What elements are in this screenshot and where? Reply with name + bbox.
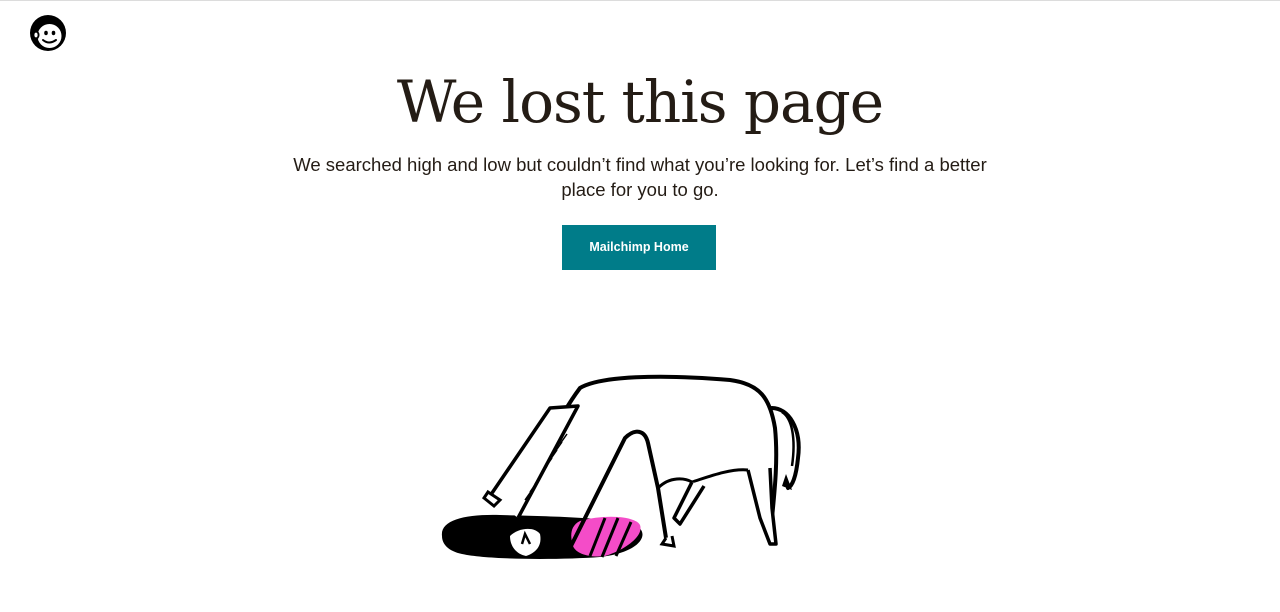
- horse-hole-icon: [441, 374, 801, 559]
- top-divider: [0, 0, 1280, 1]
- horse-looking-into-hole-illustration: [430, 368, 810, 568]
- mailchimp-home-button[interactable]: Mailchimp Home: [562, 225, 716, 270]
- mailchimp-logo-icon[interactable]: [28, 13, 68, 53]
- page-title: We lost this page: [396, 68, 884, 136]
- freddie-logo-icon: [30, 15, 66, 51]
- page-description: We searched high and low but couldn’t fi…: [293, 154, 987, 200]
